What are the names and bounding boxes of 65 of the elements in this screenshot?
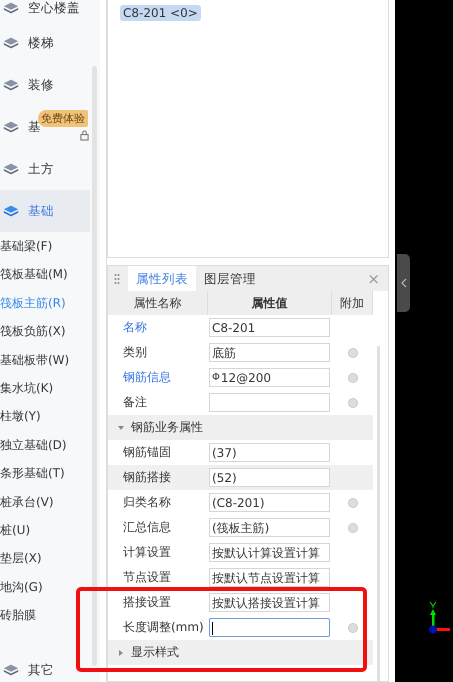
panel-tab[interactable]: 属性列表 [128, 266, 196, 291]
property-name: 节点设置 [122, 569, 172, 586]
value-field[interactable]: Φ 12@200 [209, 368, 330, 387]
property-name: 搭接设置 [122, 594, 172, 611]
component-type-item[interactable]: 桩(U) [0, 516, 90, 544]
component-type-item[interactable]: 独立基础(D) [0, 430, 90, 460]
value-field[interactable]: (37) [209, 443, 330, 462]
value-field[interactable] [209, 618, 330, 637]
chevron-left-icon [400, 278, 406, 288]
column-header: 属性名称 [108, 291, 208, 315]
value-field[interactable]: (筏板主筋) [209, 518, 330, 537]
component-type-item[interactable]: 垫层(X) [0, 544, 90, 573]
value-field[interactable]: 按默认搭接设置计算 [209, 593, 330, 612]
extra-checkbox[interactable] [348, 372, 358, 382]
value-field[interactable]: C8-201 [209, 318, 330, 337]
component-type-item[interactable]: 砖胎膜 [0, 601, 90, 630]
category-item[interactable]: 其它 [0, 649, 90, 682]
axis-gizmo-drawing [428, 600, 450, 636]
property-name: 类别 [122, 344, 148, 361]
extra-checkbox[interactable] [348, 398, 358, 408]
value-field[interactable]: (52) [209, 468, 330, 487]
extra-checkbox[interactable] [348, 522, 358, 532]
component-type-item[interactable]: 基础梁(F) [0, 232, 90, 260]
property-name: 计算设置 [122, 544, 172, 561]
expand-arrow-icon[interactable] [118, 650, 124, 656]
extra-checkbox[interactable] [348, 348, 358, 358]
component-type-item[interactable]: 集水坑(K) [0, 374, 90, 402]
value-field[interactable]: (C8-201) [209, 493, 330, 512]
category-item[interactable]: 土方 [0, 148, 90, 190]
group-label: 显示样式 [131, 644, 179, 661]
value-field[interactable] [209, 393, 330, 412]
component-type-item[interactable]: 地沟(G) [0, 572, 90, 602]
category-item[interactable]: 楼梯 [0, 22, 90, 64]
panel-tab[interactable]: 图层管理 [196, 266, 264, 291]
column-header: 属性值 [208, 291, 332, 315]
extra-checkbox[interactable] [348, 622, 358, 632]
property-name: 归类名称 [122, 494, 172, 511]
component-tag[interactable]: C8-201 <0> [120, 5, 201, 21]
collapse-handle[interactable] [397, 254, 410, 312]
scrollbar-thumb[interactable] [92, 66, 97, 666]
collapse-arrow-icon[interactable] [118, 424, 124, 430]
property-name: 钢筋锚固 [122, 444, 172, 461]
value-field[interactable]: 底筋 [209, 343, 330, 362]
property-name: 钢筋搭接 [122, 469, 172, 486]
component-type-item[interactable]: 筏板基础(M) [0, 260, 90, 289]
value-field[interactable]: 按默认计算设置计算 [209, 543, 330, 562]
drag-handle-icon[interactable] [114, 272, 120, 284]
component-type-item[interactable]: 基础板带(W) [0, 346, 90, 374]
property-name: 汇总信息 [122, 519, 172, 536]
column-header: 附加 [332, 291, 373, 315]
extra-checkbox[interactable] [348, 498, 358, 508]
group-label: 钢筋业务属性 [131, 419, 203, 436]
trial-badge: 免费体验 [38, 110, 88, 127]
category-item[interactable]: 装修 [0, 64, 90, 106]
property-link[interactable]: 钢筋信息 [108, 369, 208, 386]
component-type-item[interactable]: 桩承台(V) [0, 488, 90, 516]
property-name: 长度调整(mm) [122, 619, 205, 636]
component-type-item[interactable]: 条形基础(T) [0, 459, 90, 488]
property-name: 备注 [122, 394, 148, 411]
category-item[interactable]: 基础 [0, 190, 90, 232]
value-field[interactable]: 按默认节点设置计算 [209, 568, 330, 587]
component-type-item[interactable]: 筏板负筋(X) [0, 317, 90, 346]
category-item[interactable]: 空心楼盖 [0, 0, 90, 22]
property-link[interactable]: 名称 [108, 319, 208, 336]
component-type-item[interactable]: 柱墩(Y) [0, 402, 90, 431]
